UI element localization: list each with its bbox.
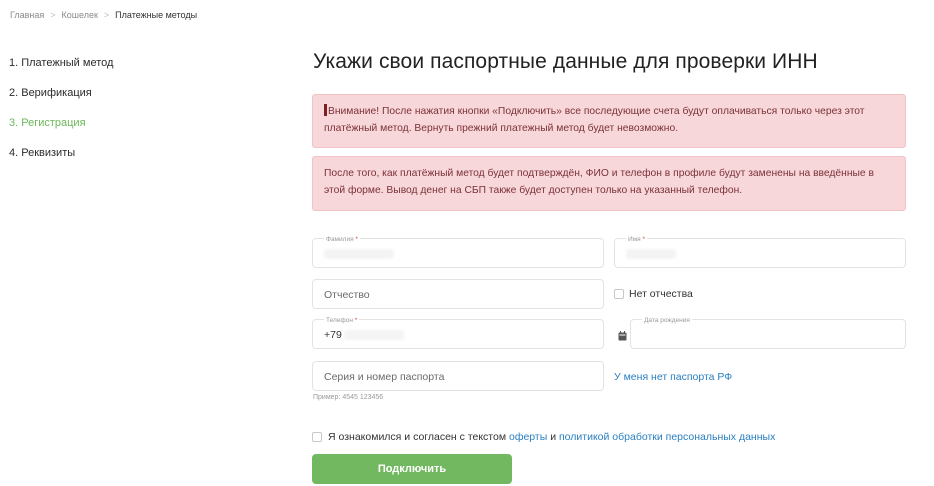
name-label: Имя *	[626, 236, 648, 243]
breadcrumb-current: Платежные методы	[115, 10, 198, 20]
offer-link[interactable]: оферты	[509, 431, 547, 443]
patronymic-placeholder: Отчество	[324, 289, 370, 301]
passport-field[interactable]: Серия и номер паспорта	[312, 361, 604, 391]
phone-field[interactable]: Телефон * +79	[312, 317, 604, 349]
page-title: Укажи свои паспортные данные для проверк…	[313, 50, 818, 73]
alert-marker-icon	[324, 104, 327, 116]
breadcrumb-separator: >	[103, 10, 110, 20]
surname-value-redacted	[324, 249, 394, 259]
patronymic-field[interactable]: Отчество	[312, 279, 604, 309]
breadcrumb-wallet[interactable]: Кошелек	[62, 10, 98, 20]
birthdate-field[interactable]: Дата рождения	[630, 317, 906, 349]
passport-placeholder: Серия и номер паспорта	[324, 371, 445, 383]
step-requisites[interactable]: 4. Реквизиты	[9, 147, 209, 177]
breadcrumb-home[interactable]: Главная	[10, 10, 44, 20]
passport-hint: Пример: 4545 123456	[313, 394, 384, 401]
phone-prefix: +79	[324, 329, 342, 341]
info-alert: После того, как платёжный метод будет по…	[312, 156, 906, 211]
info-alert-text: После того, как платёжный метод будет по…	[324, 168, 874, 196]
no-patronymic-checkbox[interactable]	[614, 289, 624, 299]
agree-and: и	[550, 431, 557, 443]
birthdate-label: Дата рождения	[642, 317, 692, 324]
breadcrumb-separator: >	[50, 10, 56, 20]
connect-button[interactable]: Подключить	[312, 454, 512, 484]
name-value-redacted	[626, 249, 676, 259]
phone-label: Телефон *	[324, 317, 360, 324]
name-field[interactable]: Имя *	[614, 236, 906, 268]
agree-prefix: Я ознакомился и согласен с текстом	[328, 431, 507, 443]
privacy-policy-link[interactable]: политикой обработки персональных данных	[559, 431, 775, 443]
breadcrumb: Главная > Кошелек > Платежные методы	[10, 10, 197, 20]
surname-field[interactable]: Фамилия *	[312, 236, 604, 268]
step-registration[interactable]: 3. Регистрация	[9, 117, 209, 147]
phone-value-redacted	[344, 330, 404, 340]
steps-sidebar: 1. Платежный метод 2. Верификация 3. Рег…	[9, 57, 209, 177]
no-patronymic-label[interactable]: Нет отчества	[629, 288, 693, 300]
agree-checkbox[interactable]	[312, 432, 322, 442]
warning-alert-text: Внимание! После нажатия кнопки «Подключи…	[324, 106, 865, 134]
step-verification[interactable]: 2. Верификация	[9, 87, 209, 117]
calendar-icon[interactable]	[618, 328, 627, 341]
warning-alert: Внимание! После нажатия кнопки «Подключи…	[312, 94, 906, 148]
step-payment-method[interactable]: 1. Платежный метод	[9, 57, 209, 87]
no-passport-link[interactable]: У меня нет паспорта РФ	[614, 371, 732, 383]
surname-label: Фамилия *	[324, 236, 360, 243]
agree-text: Я ознакомился и согласен с текстом оферт…	[328, 431, 775, 443]
